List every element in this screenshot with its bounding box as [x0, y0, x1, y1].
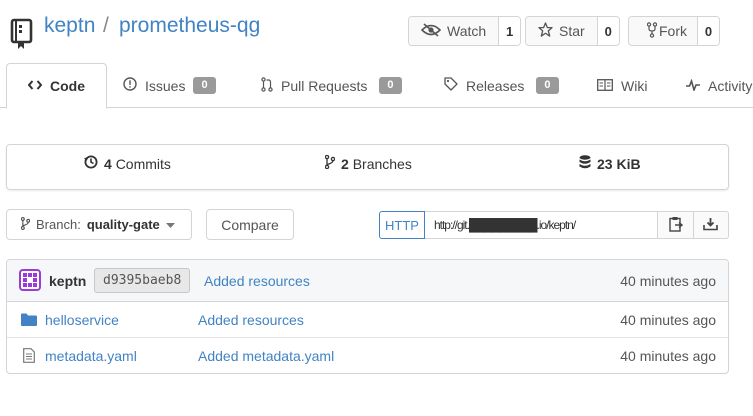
code-icon	[27, 78, 43, 94]
clipboard-icon	[668, 216, 683, 235]
tab-pull-requests-label: Pull Requests	[281, 77, 368, 94]
tab-issues-label: Issues	[145, 77, 186, 94]
branch-dropdown[interactable]: Branch: quality-gate	[6, 209, 192, 240]
eye-slash-icon	[420, 22, 442, 40]
file-commit-message[interactable]: Added resources	[198, 312, 304, 328]
download-icon	[703, 217, 719, 234]
watch-button-group: Watch 1	[408, 16, 522, 46]
star-label: Star	[559, 23, 585, 39]
commits-label: Commits	[115, 155, 171, 172]
commit-sha[interactable]: d9395baeb8	[94, 268, 191, 293]
branches-count: 2	[341, 155, 349, 172]
file-table: keptn d9395baeb8 Added resources 40 minu…	[6, 259, 729, 374]
tab-wiki[interactable]: Wiki	[597, 63, 647, 108]
tag-icon	[444, 77, 458, 94]
tab-pull-requests-count: 0	[379, 77, 402, 94]
fork-label: Fork	[659, 23, 687, 39]
star-button-group: Star 0	[525, 16, 620, 46]
latest-commit-row: keptn d9395baeb8 Added resources 40 minu…	[7, 260, 728, 302]
tab-releases-count: 0	[536, 77, 559, 94]
tab-code-label: Code	[50, 78, 85, 94]
pulse-icon	[686, 78, 700, 94]
file-commit-time: 40 minutes ago	[620, 311, 716, 328]
tab-releases-label: Releases	[466, 77, 525, 94]
tab-code[interactable]: Code	[6, 63, 107, 109]
book-icon	[597, 78, 613, 94]
commits-count: 4	[104, 155, 112, 172]
file-commit-time: 40 minutes ago	[620, 348, 716, 364]
watch-label: Watch	[447, 23, 487, 39]
branch-icon	[20, 216, 31, 233]
clone-box: HTTP http://git.█████████.io/keptn/	[379, 211, 729, 239]
watch-button[interactable]: Watch	[409, 17, 499, 45]
watch-count[interactable]: 1	[498, 17, 521, 45]
avatar[interactable]	[19, 269, 41, 294]
fork-icon	[646, 21, 658, 41]
repo-name-link[interactable]: prometheus-qg	[119, 14, 260, 38]
file-name-link[interactable]: metadata.yaml	[45, 348, 137, 364]
tab-wiki-label: Wiki	[621, 77, 648, 94]
tab-releases[interactable]: Releases 0	[444, 63, 559, 108]
branches-stat[interactable]: 2 Branches	[324, 154, 412, 172]
issue-icon	[123, 77, 137, 94]
star-icon	[538, 22, 553, 40]
file-commit-message[interactable]: Added metadata.yaml	[198, 348, 334, 364]
compare-button[interactable]: Compare	[206, 209, 294, 240]
file-name-link[interactable]: helloservice	[45, 312, 119, 328]
pull-request-icon	[261, 76, 273, 95]
star-button[interactable]: Star	[526, 17, 597, 45]
clone-url-input[interactable]: http://git.█████████.io/keptn/	[424, 211, 659, 239]
branches-label: Branches	[352, 155, 412, 172]
commit-author[interactable]: keptn	[49, 273, 86, 289]
table-row[interactable]: helloservice Added resources 40 minutes …	[7, 302, 728, 338]
tab-activity-label: Activity	[708, 77, 753, 94]
repo-owner-link[interactable]: keptn	[44, 14, 95, 38]
commit-message[interactable]: Added resources	[204, 273, 310, 289]
repo-tabs: Code Issues 0 Pull Requests 0 Releases 0…	[0, 63, 753, 109]
size-stat: 23 KiB	[579, 155, 641, 172]
repo-icon	[10, 16, 34, 50]
tab-pull-requests[interactable]: Pull Requests 0	[261, 63, 402, 108]
table-row[interactable]: metadata.yaml Added metadata.yaml 40 min…	[7, 338, 728, 373]
repo-stats-bar: 4 Commits 2 Branches 23 KiB	[6, 144, 729, 190]
tab-activity[interactable]: Activity	[686, 63, 752, 108]
file-icon	[23, 348, 35, 366]
tab-issues[interactable]: Issues 0	[123, 63, 216, 108]
database-icon	[579, 155, 591, 172]
branch-name: quality-gate	[86, 217, 160, 232]
clone-url-text: http://git.█████████.io/keptn/	[433, 218, 576, 232]
star-count[interactable]: 0	[596, 17, 619, 45]
branch-icon	[324, 154, 336, 172]
branch-prefix: Branch:	[36, 217, 81, 232]
download-button[interactable]	[693, 211, 729, 239]
repo-size: 23 KiB	[597, 155, 641, 172]
fork-count[interactable]: 0	[697, 17, 719, 45]
history-icon	[84, 155, 98, 172]
commits-stat[interactable]: 4 Commits	[84, 155, 171, 172]
folder-icon	[21, 313, 37, 329]
caret-down-icon	[165, 217, 175, 232]
copy-url-button[interactable]	[658, 211, 694, 239]
fork-button-group: Fork 0	[628, 16, 720, 46]
clone-protocol-button[interactable]: HTTP	[379, 211, 425, 239]
fork-button[interactable]: Fork	[629, 17, 697, 45]
repo-path-separator: /	[103, 14, 109, 37]
commit-time: 40 minutes ago	[620, 272, 716, 289]
tab-issues-count: 0	[193, 77, 216, 94]
